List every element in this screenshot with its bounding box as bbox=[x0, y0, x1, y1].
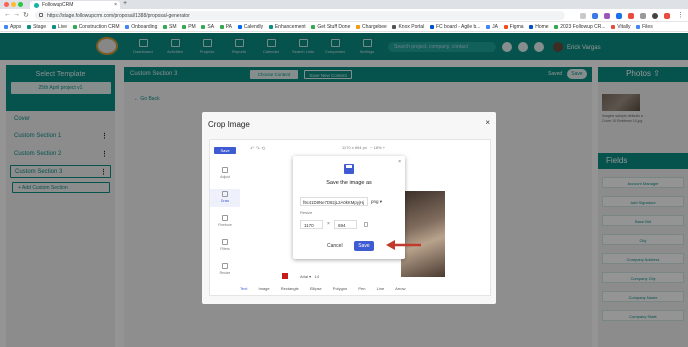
tool-draw[interactable]: Draw bbox=[210, 189, 240, 207]
chrome-menu-icon[interactable]: ⋮ bbox=[677, 11, 684, 19]
cancel-button[interactable]: Cancel bbox=[327, 243, 343, 249]
url-text: https://stage.followupcrm.com/proposal/1… bbox=[47, 13, 190, 19]
editor-done-button[interactable]: Save bbox=[214, 147, 236, 154]
times-symbol: × bbox=[327, 221, 330, 227]
color-swatch[interactable] bbox=[282, 273, 288, 279]
bookmark-item[interactable]: Calendly bbox=[237, 24, 263, 30]
forward-icon[interactable]: → bbox=[13, 11, 20, 18]
extension-icon[interactable] bbox=[616, 13, 622, 19]
extension-icon[interactable] bbox=[592, 13, 598, 19]
tool-filters[interactable]: Filters bbox=[210, 237, 240, 255]
save-disk-icon bbox=[344, 164, 354, 174]
puzzle-icon[interactable] bbox=[640, 13, 646, 19]
bookmark-item[interactable]: Enhancement bbox=[268, 24, 306, 30]
tool-arrow[interactable]: Arrow bbox=[395, 286, 405, 291]
font-controls[interactable]: Arial ▾ 14 bbox=[300, 274, 319, 279]
resize-label: Resize bbox=[300, 210, 313, 215]
address-bar: ← → ↻ https://stage.followupcrm.com/prop… bbox=[0, 9, 688, 22]
annotation-arrow-icon bbox=[386, 240, 421, 250]
tool-resize[interactable]: Resize bbox=[210, 261, 240, 279]
bookmark-item[interactable]: PA bbox=[219, 24, 232, 30]
bookmark-item[interactable]: 2023 Followup CR... bbox=[554, 24, 606, 30]
tool-pen[interactable]: Pen bbox=[358, 286, 365, 291]
bookmark-item[interactable]: SA bbox=[201, 24, 214, 30]
bookmark-item[interactable]: Live bbox=[51, 24, 67, 30]
tool-rectangle[interactable]: Rectangle bbox=[281, 286, 299, 291]
update-icon[interactable] bbox=[664, 13, 670, 19]
bookmark-item[interactable]: Stage bbox=[27, 24, 46, 30]
tool-text[interactable]: Text bbox=[240, 286, 247, 291]
undo-redo-icons[interactable]: ↶ ↷ ⟲ bbox=[250, 146, 265, 152]
reload-icon[interactable]: ↻ bbox=[23, 11, 29, 19]
aspect-lock-icon[interactable] bbox=[364, 222, 368, 227]
bookmarks-bar: Apps Stage Live Construction CRM Onboard… bbox=[0, 22, 688, 32]
tool-image[interactable]: Image bbox=[258, 286, 269, 291]
tool-line[interactable]: Line bbox=[377, 286, 385, 291]
close-icon[interactable]: × bbox=[485, 118, 490, 127]
bookmark-item[interactable]: Vitally bbox=[611, 24, 630, 30]
bookmark-item[interactable]: FC board - Agile b... bbox=[429, 24, 480, 30]
bookmark-item[interactable]: Apps bbox=[4, 24, 21, 30]
new-tab-button[interactable]: + bbox=[123, 0, 127, 7]
lock-icon bbox=[39, 13, 43, 17]
followup-favicon-icon bbox=[34, 3, 39, 8]
bookmark-item[interactable]: SM bbox=[163, 24, 177, 30]
extension-icon[interactable] bbox=[580, 13, 586, 19]
bookmark-item[interactable]: Files bbox=[636, 24, 653, 30]
tool-finetune[interactable]: Finetune bbox=[210, 213, 240, 231]
height-input[interactable]: 694 bbox=[334, 220, 357, 229]
tab-close-icon[interactable]: × bbox=[114, 2, 117, 8]
extension-icon[interactable] bbox=[628, 13, 634, 19]
bookmark-item[interactable]: Figma bbox=[503, 24, 524, 30]
filename-input[interactable]: f9c41D8Ne7D82jL2A0kKMpyjHj bbox=[300, 197, 368, 206]
width-input[interactable]: 1170 bbox=[300, 220, 323, 229]
browser-tab-strip: FollowupCRM × + bbox=[0, 0, 688, 9]
bookmark-item[interactable]: Chargebee bbox=[356, 24, 387, 30]
shape-toolbar: Text Image Rectangle Ellipse Polygon Pen… bbox=[240, 286, 490, 294]
bookmark-item[interactable]: Onboarding bbox=[125, 24, 157, 30]
image-dimensions: 1170 x 694 px − 18% + bbox=[342, 145, 386, 150]
draw-icon bbox=[222, 191, 228, 197]
bookmark-item[interactable]: Get Stuff Done bbox=[311, 24, 350, 30]
tab-title: FollowupCRM bbox=[42, 2, 74, 8]
crop-dialog-title: Crop Image bbox=[208, 120, 250, 129]
close-window-icon[interactable] bbox=[4, 2, 9, 7]
minimize-window-icon[interactable] bbox=[11, 2, 16, 7]
close-icon[interactable]: × bbox=[398, 159, 401, 165]
browser-tab[interactable]: FollowupCRM × bbox=[30, 1, 120, 9]
filters-icon bbox=[222, 239, 228, 245]
extension-icon[interactable] bbox=[604, 13, 610, 19]
save-button[interactable]: Save bbox=[354, 241, 374, 251]
bookmark-item[interactable]: Home bbox=[529, 24, 549, 30]
save-dialog-title: Save the image as bbox=[326, 180, 372, 186]
tool-adjust[interactable]: Adjust bbox=[210, 165, 240, 183]
bookmark-item[interactable]: PM bbox=[182, 24, 196, 30]
url-field[interactable]: https://stage.followupcrm.com/proposal/1… bbox=[35, 11, 565, 20]
finetune-icon bbox=[222, 215, 228, 221]
bookmark-item[interactable]: Knox Portal bbox=[392, 24, 424, 30]
back-icon[interactable]: ← bbox=[4, 11, 11, 18]
adjust-icon bbox=[222, 167, 228, 173]
chevron-down-icon: ▾ bbox=[379, 199, 383, 204]
tool-polygon[interactable]: Polygon bbox=[333, 286, 347, 291]
tool-ellipse[interactable]: Ellipse bbox=[310, 286, 322, 291]
profile-icon[interactable] bbox=[652, 13, 658, 19]
bookmark-item[interactable]: Construction CRM bbox=[72, 24, 120, 30]
maximize-window-icon[interactable] bbox=[18, 2, 23, 7]
format-select[interactable]: png ▾ bbox=[371, 197, 397, 206]
editor-tool-column: Adjust Draw Finetune Filters Resize bbox=[210, 155, 240, 275]
edited-image[interactable] bbox=[401, 191, 445, 277]
bookmark-item[interactable]: JA bbox=[486, 24, 498, 30]
resize-icon bbox=[222, 263, 228, 269]
